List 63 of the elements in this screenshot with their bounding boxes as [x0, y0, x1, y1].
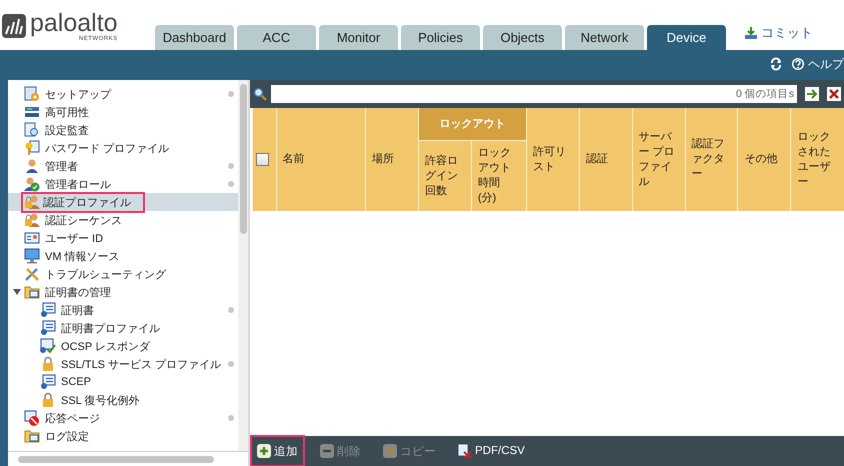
sidebar-item[interactable]: 証明書の管理	[8, 283, 238, 301]
item-label: SSL/TLS サービス プロファイル	[60, 358, 222, 372]
sidebar-item[interactable]: トラブルシューティング	[8, 265, 238, 283]
column-header[interactable]: その他	[738, 108, 791, 211]
sidebar-item[interactable]: セットアップ	[8, 85, 238, 103]
item-label: 管理者	[44, 160, 79, 174]
column-header[interactable]: 名前	[276, 108, 366, 211]
column-group-header: ロックアウト	[418, 108, 526, 140]
sidebar-item[interactable]: 証明書プロファイル	[8, 319, 238, 337]
item-label: 証明書プロファイル	[60, 322, 161, 336]
sidebar-item[interactable]: SCEP	[8, 373, 238, 391]
item-label: OCSP レスポンダ	[60, 340, 152, 354]
nav-tab[interactable]: Objects	[483, 25, 562, 50]
item-label: SSL 復号化例外	[60, 394, 140, 408]
item-label: 認証プロファイル	[21, 192, 145, 212]
column-header[interactable]: ロックアウト時間 (分)	[471, 140, 526, 211]
column-header[interactable]: 認証	[579, 108, 632, 211]
item-label: セットアップ	[44, 88, 112, 102]
sidebar-item[interactable]: 応答ページ	[8, 409, 238, 427]
sidebar-item[interactable]: 管理者	[8, 157, 238, 175]
filter-field[interactable]: 0 個の項目s	[271, 85, 797, 103]
column-header[interactable]: 許可リスト	[526, 108, 580, 211]
nav-tab[interactable]: ACC	[237, 25, 316, 50]
column-header[interactable]: サーバー プロファイル	[632, 108, 686, 211]
sidebar-item[interactable]: 高可用性	[8, 103, 238, 121]
item-label: 証明書の管理	[44, 286, 112, 300]
item-label: 証明書	[60, 304, 95, 318]
sidebar-item[interactable]: 認証プロファイル	[8, 193, 238, 211]
item-label: 応答ページ	[44, 412, 101, 426]
item-label: 設定監査	[44, 124, 90, 138]
toolbar-button[interactable]: 追加	[250, 435, 305, 466]
sidebar-item[interactable]: OCSP レスポンダ	[8, 337, 238, 355]
sidebar-item[interactable]: 管理者ロール	[8, 175, 238, 193]
sidebar-item[interactable]: VM 情報ソース	[8, 247, 238, 265]
sidebar-item[interactable]: ユーザー ID	[8, 229, 238, 247]
nav-tab[interactable]: Network	[565, 25, 644, 50]
nav-tab[interactable]: Monitor	[319, 25, 398, 50]
toolbar-button[interactable]: PDF/CSV	[451, 435, 532, 466]
column-header[interactable]: 認証ファクター	[685, 108, 738, 211]
column-header[interactable]: ロックされたユーザー	[790, 108, 844, 211]
column-header[interactable]: 許容ログイン回数	[418, 140, 472, 211]
sidebar-item[interactable]: 設定監査	[8, 121, 238, 139]
sidebar-item[interactable]: SSL/TLS サービス プロファイル	[8, 355, 238, 373]
item-label: SCEP	[60, 375, 92, 390]
item-label: パスワード プロファイル	[44, 142, 170, 156]
sidebar-item[interactable]: パスワード プロファイル	[8, 139, 238, 157]
item-label: 高可用性	[44, 106, 90, 120]
item-label: 認証シーケンス	[44, 214, 123, 228]
item-label: ユーザー ID	[44, 232, 104, 246]
nav-tab[interactable]: Device	[647, 25, 726, 50]
sidebar-item[interactable]: 証明書	[8, 301, 238, 319]
sidebar-item[interactable]: ログ設定	[8, 427, 238, 445]
help-link[interactable]: ヘルプ	[791, 56, 844, 72]
item-label: 管理者ロール	[44, 178, 112, 192]
commit-link[interactable]: コミット	[744, 24, 813, 50]
sidebar-item[interactable]: 認証シーケンス	[8, 211, 238, 229]
item-label: トラブルシューティング	[44, 268, 168, 282]
logo-name: paloalto	[30, 10, 118, 36]
nav-tab[interactable]: Dashboard	[155, 25, 234, 50]
item-label: ログ設定	[44, 430, 90, 444]
item-label: VM 情報ソース	[44, 250, 121, 264]
sidebar-item[interactable]: SSL 復号化例外	[8, 391, 238, 409]
nav-tab[interactable]: Policies	[401, 25, 480, 50]
